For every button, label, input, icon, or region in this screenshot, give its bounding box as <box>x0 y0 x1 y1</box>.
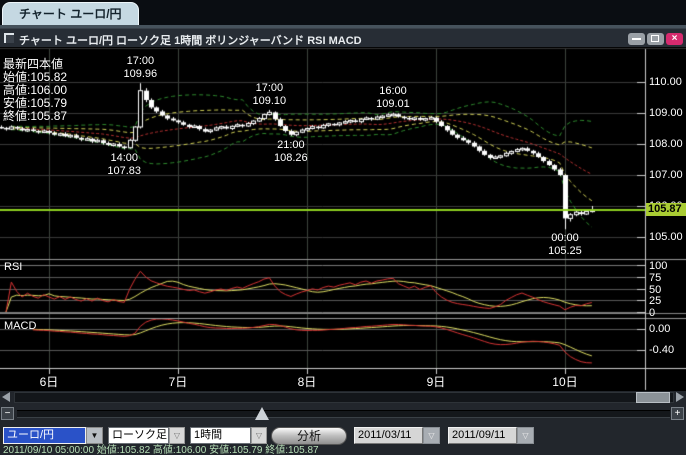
chart-style-select[interactable]: ローソク足 <box>108 427 169 444</box>
scroll-right-icon[interactable] <box>676 392 684 402</box>
tab-bar: チャート ユーロ/円 <box>0 0 686 28</box>
maximize-button[interactable] <box>647 33 664 45</box>
date-from-select[interactable]: 2011/03/11 <box>354 427 423 444</box>
candle-annotation: 00:00 105.25 <box>540 232 590 258</box>
pair-select-arrow-icon[interactable]: ▼ <box>86 427 103 444</box>
horizontal-scrollbar <box>0 391 686 404</box>
window-icon <box>4 33 14 43</box>
day-axis-label: 9日 <box>418 373 454 390</box>
rsi-axis-label: 0 <box>649 307 655 319</box>
price-axis-label: 110.00 <box>649 76 682 88</box>
zoom-slider-thumb[interactable] <box>255 407 269 420</box>
interval-select-arrow-icon[interactable]: ▽ <box>251 427 267 444</box>
macd-panel-title: MACD <box>4 320 36 332</box>
rsi-axis-label: 100 <box>649 260 667 272</box>
price-axis-label: 105.00 <box>649 231 683 243</box>
macd-axis-label: 0.00 <box>649 323 670 335</box>
macd-axis-label: -0.40 <box>649 344 674 356</box>
chart-window: チャート ユーロ/円 チャート ユーロ/円 ローソク足 1時間 ボリンジャーバン… <box>0 0 686 455</box>
candle-annotation: 17:00 109.96 <box>115 55 165 81</box>
quote-panel-row: 終値:105.87 <box>3 107 67 124</box>
zoom-slider-track[interactable] <box>17 410 670 418</box>
status-bar: 2011/09/10 05:00:00 始値:105.82 高値:106.00 … <box>0 446 686 455</box>
chart-style-select-arrow-icon[interactable]: ▽ <box>169 427 185 444</box>
scrollbar-track[interactable] <box>14 392 674 403</box>
zoom-out-button[interactable]: − <box>1 407 14 420</box>
minimize-icon <box>632 38 641 40</box>
price-axis-label: 107.00 <box>649 169 683 181</box>
day-axis-label: 8日 <box>289 373 325 390</box>
rsi-axis-label: 25 <box>649 295 661 307</box>
pair-select[interactable]: ユーロ/円 <box>3 427 86 444</box>
day-axis-label: 10日 <box>547 373 583 390</box>
analyze-button[interactable]: 分析 <box>271 427 347 445</box>
zoom-slider-row: − + <box>0 404 686 423</box>
scrollbar-thumb[interactable] <box>636 392 670 403</box>
rsi-panel-title: RSI <box>4 261 22 273</box>
candle-annotation: 21:00 108.26 <box>266 139 316 165</box>
minimize-button[interactable] <box>628 33 645 45</box>
scroll-left-icon[interactable] <box>2 392 10 402</box>
rsi-axis-label: 50 <box>649 284 661 296</box>
maximize-icon <box>651 35 659 42</box>
chart-region: 110.00109.00108.00107.00106.00105.001007… <box>0 47 686 391</box>
close-button[interactable]: × <box>666 33 683 45</box>
date-to-arrow-icon[interactable]: ▽ <box>517 427 534 444</box>
day-axis-label: 7日 <box>160 373 196 390</box>
current-price-tag: 105.87 <box>646 203 686 216</box>
price-chart-canvas[interactable] <box>0 47 686 391</box>
title-bar: チャート ユーロ/円 ローソク足 1時間 ボリンジャーバンド RSI MACD … <box>0 28 686 47</box>
window-title: チャート ユーロ/円 ローソク足 1時間 ボリンジャーバンド RSI MACD <box>19 32 362 48</box>
candle-annotation: 17:00 109.10 <box>244 82 294 108</box>
price-axis-label: 109.00 <box>649 107 683 119</box>
candle-annotation: 14:00 107.83 <box>99 152 149 178</box>
tab-chart-eurjpy[interactable]: チャート ユーロ/円 <box>2 2 139 26</box>
price-axis-label: 108.00 <box>649 138 683 150</box>
interval-select[interactable]: 1時間 <box>190 427 251 444</box>
date-from-arrow-icon[interactable]: ▽ <box>423 427 440 444</box>
date-to-select[interactable]: 2011/09/11 <box>448 427 517 444</box>
rsi-axis-label: 75 <box>649 272 661 284</box>
day-axis-label: 6日 <box>31 373 67 390</box>
candle-annotation: 16:00 109.01 <box>368 85 418 111</box>
controls-bar: ユーロ/円 ▼ ローソク足 ▽ 1時間 ▽ 分析 2011/03/11 ▽ 20… <box>0 423 686 446</box>
zoom-in-button[interactable]: + <box>671 407 684 420</box>
